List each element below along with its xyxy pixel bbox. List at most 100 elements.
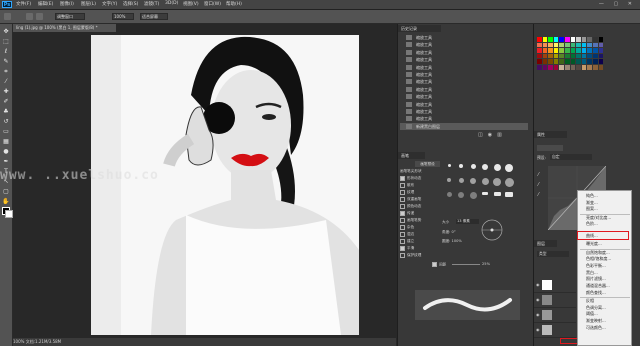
brush-size-field[interactable]: 13 像素	[456, 219, 479, 224]
color-swatch[interactable]	[537, 37, 542, 42]
eye-icon[interactable]: ◉	[536, 297, 540, 302]
preset-select[interactable]: 自定	[550, 154, 592, 160]
color-swatch[interactable]	[576, 65, 581, 70]
checkbox[interactable]	[400, 203, 405, 209]
color-swatch[interactable]	[576, 53, 581, 59]
checkbox[interactable]	[400, 189, 405, 195]
gradient-icon[interactable]: ▦	[2, 138, 10, 146]
menu-help[interactable]: 帮助(H)	[226, 1, 242, 7]
history-row[interactable]: 缩放工具	[400, 78, 528, 85]
menu-item-color-lookup[interactable]: 颜色查找...	[580, 290, 636, 297]
eraser-icon[interactable]: ▭	[2, 128, 10, 136]
menu-item-hue-saturation[interactable]: 色相/饱和度...	[580, 256, 636, 263]
checkbox[interactable]	[400, 196, 405, 202]
color-swatch[interactable]	[548, 37, 553, 42]
layer-row[interactable]: ◉	[534, 308, 576, 323]
spacing-slider[interactable]	[452, 264, 480, 265]
zoom-out-icon[interactable]	[36, 13, 43, 20]
menu-view[interactable]: 视图(V)	[183, 1, 199, 7]
background-color[interactable]	[5, 210, 13, 218]
canvas-image[interactable]	[91, 35, 359, 335]
color-swatch[interactable]	[559, 65, 564, 70]
brush-tip-shape[interactable]: 画笔笔尖形状	[400, 168, 440, 174]
history-row[interactable]: 缩放工具	[400, 71, 528, 78]
dodge-icon[interactable]: ●	[2, 148, 10, 156]
color-swatch[interactable]	[576, 42, 581, 48]
menu-item-photo-filter[interactable]: 照片滤镜...	[580, 276, 636, 283]
color-swatch[interactable]	[548, 42, 553, 48]
color-swatch[interactable]	[587, 65, 592, 70]
brush-tip[interactable]	[468, 164, 478, 174]
color-swatch[interactable]	[570, 48, 576, 53]
color-swatch[interactable]	[548, 48, 553, 53]
eyedropper-white-icon[interactable]: ⁄	[538, 190, 545, 200]
color-swatch[interactable]	[537, 53, 542, 59]
color-swatch[interactable]	[598, 59, 604, 64]
brush-panel-tab[interactable]: 画笔	[398, 152, 425, 159]
color-swatch[interactable]	[598, 37, 604, 42]
color-swatch[interactable]	[570, 53, 576, 59]
color-swatch[interactable]	[593, 53, 598, 59]
menu-item-levels[interactable]: 色阶...	[580, 221, 636, 228]
eye-icon[interactable]: ◉	[536, 282, 540, 287]
color-swatch[interactable]	[581, 48, 587, 53]
color-swatch[interactable]	[542, 42, 548, 48]
color-swatch[interactable]	[542, 59, 548, 64]
color-swatch[interactable]	[576, 48, 581, 53]
color-swatch[interactable]	[570, 37, 576, 42]
brush-tip[interactable]	[492, 164, 502, 174]
brush-tip[interactable]	[468, 192, 478, 202]
history-row[interactable]: 缩放工具	[400, 41, 528, 48]
color-swatch[interactable]	[565, 59, 570, 64]
color-swatch[interactable]	[593, 65, 598, 70]
color-swatch[interactable]	[559, 59, 564, 64]
brush-setting-shape-dynamics[interactable]: 形状动态	[400, 175, 440, 181]
color-swatch[interactable]	[593, 42, 598, 48]
color-swatch[interactable]	[565, 37, 570, 42]
history-row[interactable]: 缩放工具	[400, 86, 528, 93]
healing-brush-icon[interactable]: ✚	[2, 88, 10, 96]
color-swatch[interactable]	[553, 65, 559, 70]
marquee-tool-icon[interactable]: ⬚	[2, 38, 10, 46]
brush-tip[interactable]	[504, 192, 514, 202]
eyedropper-icon[interactable]: ⁄	[2, 78, 10, 86]
color-swatch[interactable]	[581, 37, 587, 42]
zoom-percent[interactable]: 100%	[112, 13, 134, 20]
color-swatch[interactable]	[598, 53, 604, 59]
menu-file[interactable]: 文件(F)	[16, 1, 31, 7]
document-tab[interactable]: ling (1).jpg @ 100% (黑白 1, 图层蒙版/8) *	[13, 24, 116, 32]
history-row[interactable]: 缩放工具	[400, 115, 528, 122]
color-swatch[interactable]	[548, 53, 553, 59]
brush-angle-widget[interactable]	[480, 218, 504, 242]
menu-edit[interactable]: 编辑(E)	[38, 1, 53, 7]
color-swatch[interactable]	[542, 37, 548, 42]
brush-setting-dual-brush[interactable]: 双重画笔	[400, 196, 440, 202]
menu-filter[interactable]: 滤镜(T)	[144, 1, 159, 7]
color-swatch[interactable]	[598, 48, 604, 53]
fit-screen-button[interactable]: 适合屏幕	[140, 13, 168, 20]
menu-item-invert[interactable]: 反相	[580, 298, 636, 305]
history-row[interactable]: 缩放工具	[400, 93, 528, 100]
history-row[interactable]: 缩放工具	[400, 64, 528, 71]
color-swatch[interactable]	[587, 53, 592, 59]
quick-select-icon[interactable]: ✎	[2, 58, 10, 66]
trash-icon[interactable]: ▥	[497, 132, 507, 138]
color-swatch[interactable]	[548, 65, 553, 70]
color-swatch[interactable]	[587, 59, 592, 64]
checkbox[interactable]	[400, 182, 405, 188]
brush-tip[interactable]	[492, 192, 502, 202]
brush-setting-transfer[interactable]: 传递	[400, 210, 440, 216]
checkbox[interactable]	[400, 238, 405, 244]
color-swatch[interactable]	[537, 48, 542, 53]
color-swatch[interactable]	[537, 65, 542, 70]
brush-setting-protect-texture[interactable]: 保护纹理	[400, 252, 440, 258]
brush-tip[interactable]	[444, 178, 454, 188]
clone-stamp-icon[interactable]: ♣	[2, 108, 10, 116]
layer-row[interactable]: ◉	[534, 293, 576, 308]
zoom-in-icon[interactable]	[26, 13, 33, 20]
layers-panel-tab[interactable]: 图层	[534, 240, 557, 247]
brush-presets-button[interactable]: 画笔预设	[415, 161, 440, 167]
color-swatch[interactable]	[593, 59, 598, 64]
color-swatch[interactable]	[587, 37, 592, 42]
color-swatch[interactable]	[570, 65, 576, 70]
